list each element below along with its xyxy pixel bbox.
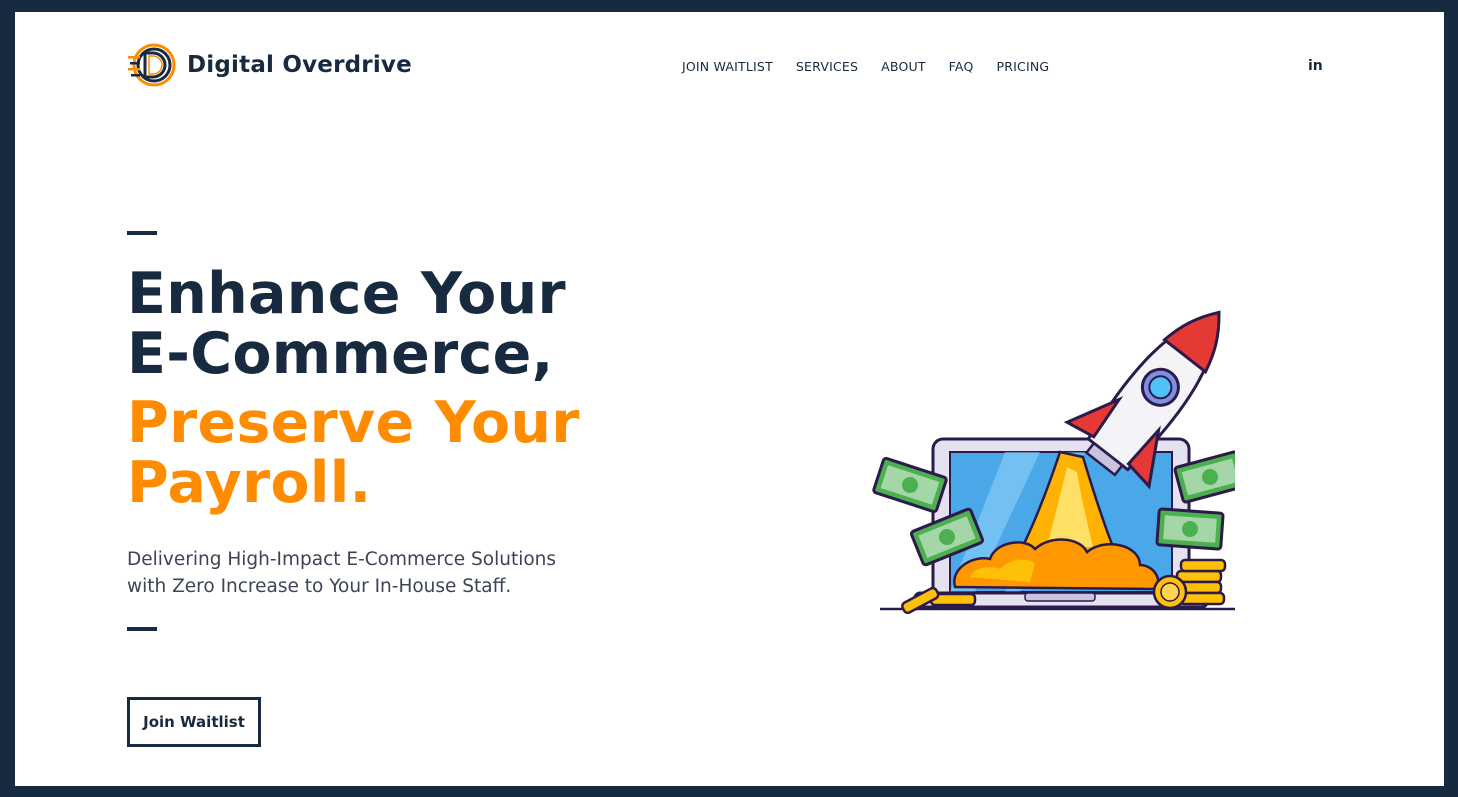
headline-line-1: Enhance Your xyxy=(127,261,566,327)
rocket-laptop-illustration xyxy=(872,310,1235,615)
brand-name: Digital Overdrive xyxy=(187,52,412,78)
nav-faq[interactable]: FAQ xyxy=(949,59,974,74)
nav-services[interactable]: SERVICES xyxy=(796,59,858,74)
headline-line-2: E-Commerce, xyxy=(127,321,554,387)
main-nav: JOIN WAITLIST SERVICES ABOUT FAQ PRICING xyxy=(682,59,1049,74)
nav-join-waitlist[interactable]: JOIN WAITLIST xyxy=(682,59,773,74)
logo-d-icon xyxy=(128,43,176,87)
brand-logo[interactable]: Digital Overdrive xyxy=(127,42,412,88)
subtitle-line-1: Delivering High-Impact E-Commerce Soluti… xyxy=(127,549,557,570)
linkedin-icon[interactable]: in xyxy=(1308,58,1323,74)
hero-subtitle: Delivering High-Impact E-Commerce Soluti… xyxy=(127,546,556,600)
nav-pricing[interactable]: PRICING xyxy=(997,59,1050,74)
hero-headline: Enhance Your E-Commerce, Preserve Your P… xyxy=(127,264,580,513)
divider-top xyxy=(127,231,157,235)
headline-line-4: Payroll. xyxy=(127,450,372,516)
join-waitlist-button[interactable]: Join Waitlist xyxy=(127,697,261,747)
nav-about[interactable]: ABOUT xyxy=(881,59,926,74)
divider-bottom xyxy=(127,627,157,631)
money-bill-icon-4 xyxy=(1155,507,1225,551)
page-frame: Digital Overdrive JOIN WAITLIST SERVICES… xyxy=(15,12,1444,786)
headline-line-3: Preserve Your xyxy=(127,390,580,456)
subtitle-line-2: with Zero Increase to Your In-House Staf… xyxy=(127,576,512,597)
